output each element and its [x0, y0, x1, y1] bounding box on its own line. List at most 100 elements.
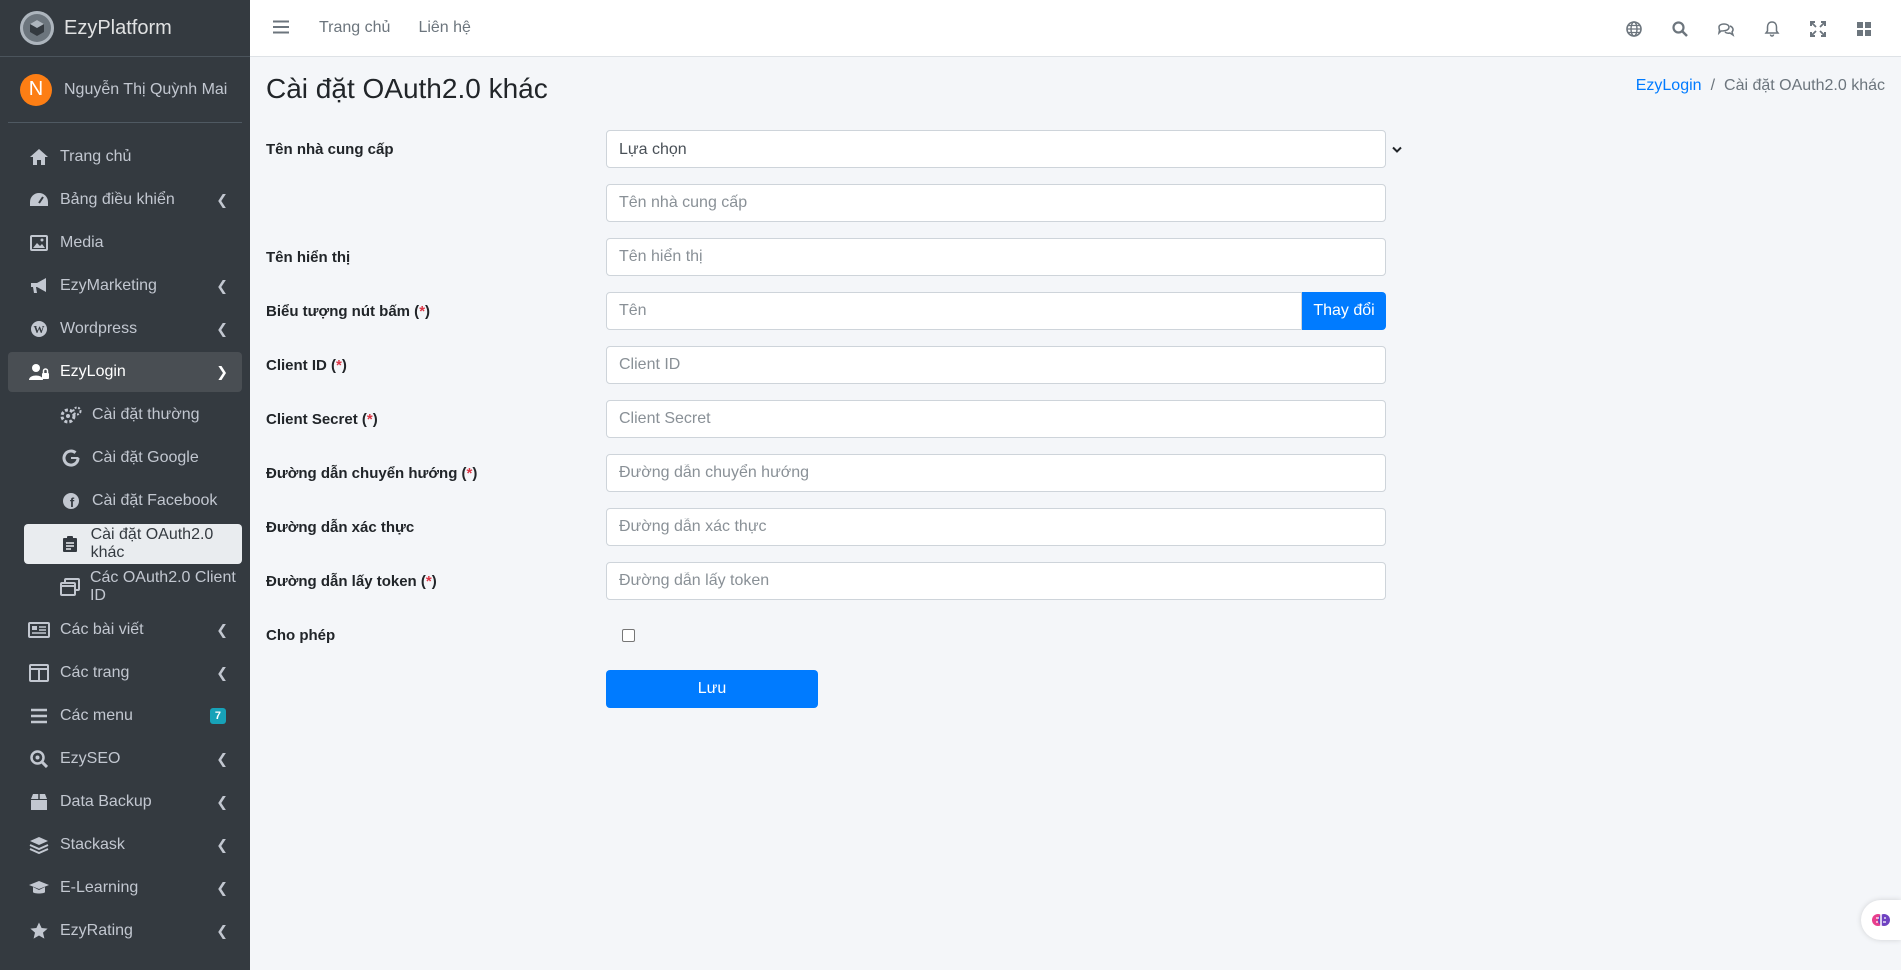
- save-button[interactable]: Lưu: [606, 670, 818, 708]
- image-icon: [27, 233, 51, 253]
- nav-link-contact[interactable]: Liên hệ: [418, 19, 471, 37]
- chevron-left-icon: ❮: [216, 664, 228, 681]
- sidebar-subitem-facebook[interactable]: f Cài đặt Facebook: [24, 481, 242, 521]
- columns-icon: [27, 663, 51, 683]
- sidebar-item-ezyseo[interactable]: EzySEO ❮: [8, 739, 242, 779]
- form-row-save: Lưu: [266, 670, 1404, 708]
- button-icon-input[interactable]: [606, 292, 1302, 330]
- chevron-left-icon: ❮: [216, 320, 228, 337]
- search-icon[interactable]: [1657, 20, 1703, 37]
- breadcrumb-current: Cài đặt OAuth2.0 khác: [1724, 77, 1885, 94]
- client-secret-input[interactable]: [606, 400, 1386, 438]
- chevron-left-icon: ❮: [216, 750, 228, 767]
- hamburger-icon[interactable]: [273, 17, 293, 40]
- sidebar-item-pages[interactable]: Các trang ❮: [8, 653, 242, 693]
- home-icon: [27, 147, 51, 167]
- page-title: Cài đặt OAuth2.0 khác: [266, 73, 548, 104]
- sidebar-item-posts[interactable]: Các bài viết ❮: [8, 610, 242, 650]
- sidebar-item-label: EzyMarketing: [60, 277, 157, 294]
- sidebar-item-stackask[interactable]: Stackask ❮: [8, 825, 242, 865]
- fullscreen-icon[interactable]: [1795, 20, 1841, 37]
- cogs-icon: [59, 405, 83, 425]
- allow-checkbox[interactable]: [622, 628, 635, 642]
- newspaper-icon: [27, 620, 51, 640]
- sidebar-item-media[interactable]: Media: [8, 223, 242, 263]
- form-row-redirect-url: Đường dẫn chuyển hướng (*): [266, 454, 1404, 492]
- sidebar-item-label: Cài đặt Google: [92, 449, 199, 466]
- svg-text:W: W: [34, 324, 45, 336]
- sidebar-subitem-google[interactable]: Cài đặt Google: [24, 438, 242, 478]
- window-restore-icon: [59, 577, 81, 597]
- sidebar-item-label: Cài đặt thường: [92, 406, 200, 423]
- bell-icon[interactable]: [1749, 20, 1795, 37]
- sidebar-item-data-backup[interactable]: Data Backup ❮: [8, 782, 242, 822]
- avatar: N: [20, 73, 52, 106]
- sidebar-item-label: Các OAuth2.0 Client ID: [89, 569, 236, 604]
- provider-label: Tên nhà cung cấp: [266, 140, 394, 158]
- token-url-input[interactable]: [606, 562, 1386, 600]
- grid-icon[interactable]: [1841, 21, 1887, 37]
- sidebar-item-label: Các bài viết: [60, 621, 144, 638]
- auth-url-input[interactable]: [606, 508, 1386, 546]
- form-row-client-secret: Client Secret (*): [266, 400, 1404, 438]
- globe-icon[interactable]: [1611, 20, 1657, 37]
- brand-name: EzyPlatform: [64, 16, 172, 39]
- user-lock-icon: [27, 362, 51, 382]
- graduation-cap-icon: [27, 878, 51, 898]
- sidebar-item-label: Cài đặt OAuth2.0 khác: [90, 526, 214, 561]
- user-panel[interactable]: N Nguyễn Thị Quỳnh Mai: [8, 57, 242, 123]
- sidebar-item-ezymarketing[interactable]: EzyMarketing ❮: [8, 266, 242, 306]
- wordpress-icon: W: [27, 319, 51, 339]
- sidebar-subitem-general-settings[interactable]: Cài đặt thường: [24, 395, 242, 435]
- sidebar-item-label: Wordpress: [60, 320, 138, 337]
- sidebar-item-label: EzyLogin: [60, 363, 126, 380]
- sidebar-item-menus[interactable]: Các menu 7: [8, 696, 242, 736]
- chevron-down-icon: ❯: [216, 363, 228, 380]
- top-navbar: Trang chủ Liên hệ: [250, 0, 1901, 57]
- sidebar-subitem-oauth2-clients[interactable]: Các OAuth2.0 Client ID: [24, 567, 242, 607]
- button-icon-group: Thay đổi: [606, 292, 1386, 330]
- facebook-icon: f: [59, 491, 83, 511]
- sidebar-subitem-oauth2-settings[interactable]: Cài đặt OAuth2.0 khác: [24, 524, 242, 564]
- sidebar-item-ezylogin[interactable]: EzyLogin ❯: [8, 352, 242, 392]
- sidebar-item-label: E-Learning: [60, 879, 139, 896]
- floating-assistant-button[interactable]: [1861, 900, 1901, 940]
- user-name[interactable]: Nguyễn Thị Quỳnh Mai: [64, 81, 227, 99]
- ezylogin-submenu: Cài đặt thường Cài đặt Google f Cài đặt …: [8, 395, 242, 607]
- menus-count-badge: 7: [209, 708, 226, 724]
- auth-url-label: Đường dẫn xác thực: [266, 518, 415, 536]
- cube-logo-icon: [30, 20, 44, 36]
- client-id-input[interactable]: [606, 346, 1386, 384]
- token-url-label: Đường dẫn lấy token (*): [266, 572, 437, 590]
- client-secret-label: Client Secret (*): [266, 410, 378, 428]
- redirect-url-input[interactable]: [606, 454, 1386, 492]
- change-icon-button[interactable]: Thay đổi: [1302, 292, 1386, 330]
- sidebar-item-wordpress[interactable]: W Wordpress ❮: [8, 309, 242, 349]
- sidebar-item-dashboard[interactable]: Bảng điều khiển ❮: [8, 180, 242, 220]
- dashboard-icon: [27, 190, 51, 210]
- sidebar-item-ezyrating[interactable]: EzyRating ❮: [8, 911, 242, 951]
- top-icons: [1611, 0, 1887, 57]
- sidebar-item-home[interactable]: Trang chủ: [8, 137, 242, 177]
- chevron-left-icon: ❮: [216, 879, 228, 896]
- form-row-provider: Tên nhà cung cấp Lựa chọn: [266, 130, 1404, 168]
- nav-link-home[interactable]: Trang chủ: [319, 19, 390, 37]
- sidebar-item-label: EzySEO: [60, 750, 121, 767]
- menu-icon: [27, 706, 51, 726]
- brand-link[interactable]: EzyPlatform: [0, 0, 250, 57]
- comments-icon[interactable]: [1703, 21, 1749, 37]
- sidebar-nav: Trang chủ Bảng điều khiển ❮ Media EzyMar…: [0, 123, 250, 951]
- button-icon-label: Biểu tượng nút bấm (*): [266, 302, 431, 320]
- sidebar-item-label: Stackask: [60, 836, 125, 853]
- display-name-input[interactable]: [606, 238, 1386, 276]
- chevron-left-icon: ❮: [216, 621, 228, 638]
- form-row-button-icon: Biểu tượng nút bấm (*) Thay đổi: [266, 292, 1404, 330]
- chevron-left-icon: ❮: [216, 793, 228, 810]
- clipboard-icon: [59, 534, 82, 554]
- provider-name-input[interactable]: [606, 184, 1386, 222]
- form-row-display-name: Tên hiển thị: [266, 238, 1404, 276]
- sidebar-item-label: Trang chủ: [60, 148, 132, 165]
- breadcrumb-link-ezylogin[interactable]: EzyLogin: [1636, 77, 1702, 94]
- sidebar-item-elearning[interactable]: E-Learning ❮: [8, 868, 242, 908]
- provider-select[interactable]: Lựa chọn: [606, 130, 1386, 168]
